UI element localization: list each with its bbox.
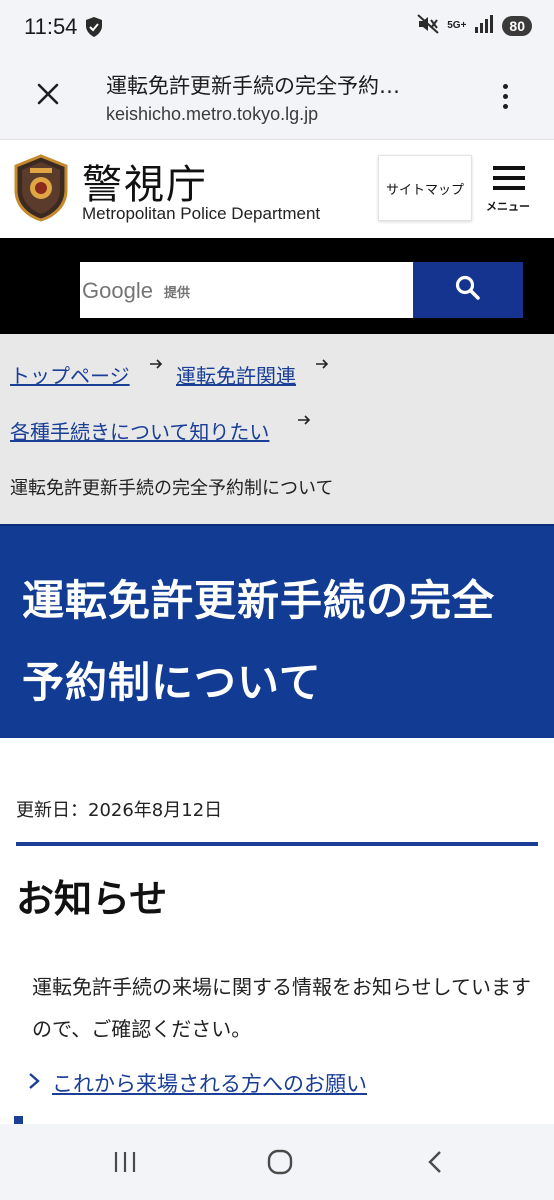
breadcrumb-arrow-icon	[148, 356, 164, 376]
close-icon	[36, 82, 60, 110]
battery-indicator: 80	[502, 16, 532, 36]
more-vert-dot	[502, 93, 508, 99]
signal-icon	[474, 15, 494, 37]
site-header: 警視庁 Metropolitan Police Department サイトマッ…	[0, 140, 554, 238]
search-icon	[454, 274, 482, 306]
mute-vibrate-icon	[417, 14, 439, 38]
status-icons: 5G+ 80	[417, 14, 532, 38]
breadcrumb: トップページ 運転免許関連 各種手続きについて知りたい 運転免許更新手続の完全予…	[0, 334, 554, 524]
menu-button[interactable]: メニュー	[482, 162, 538, 222]
system-nav-bar	[0, 1124, 554, 1200]
close-tab-button[interactable]	[30, 78, 66, 114]
breadcrumb-current: 運転免許更新手続の完全予約制について	[10, 478, 334, 499]
google-provided-label: 提供	[164, 286, 191, 301]
more-options-button[interactable]	[490, 78, 520, 114]
browser-url[interactable]: keishicho.metro.tokyo.lg.jp	[106, 104, 318, 125]
updated-date: 更新日：2026年8月12日	[16, 800, 223, 821]
shield-check-icon	[84, 16, 104, 42]
site-name[interactable]: 警視庁	[82, 152, 208, 210]
sitemap-button[interactable]: サイトマップ	[378, 155, 472, 221]
more-vert-dot	[502, 83, 508, 89]
notice-heading: お知らせ	[16, 877, 168, 921]
hamburger-icon	[493, 166, 525, 196]
recent-apps-button[interactable]	[95, 1144, 155, 1184]
breadcrumb-arrow-icon	[314, 356, 330, 376]
home-icon	[266, 1148, 294, 1180]
menu-label: メニュー	[486, 200, 530, 213]
chevron-right-icon	[28, 1071, 40, 1095]
more-vert-dot	[502, 103, 508, 109]
search-button[interactable]	[413, 262, 523, 318]
breadcrumb-link-license[interactable]: 運転免許関連	[176, 360, 296, 389]
page-title: 運転免許更新手続の完全予約制について	[22, 576, 496, 707]
status-bar: 11:54 5G+ 80	[0, 0, 554, 56]
browser-bar: 運転免許更新手続の完全予約… keishicho.metro.tokyo.lg.…	[0, 56, 554, 140]
breadcrumb-link-procedures[interactable]: 各種手続きについて知りたい	[10, 416, 269, 445]
notice-link-item[interactable]: これから来場される方へのお願い	[28, 1068, 367, 1098]
notice-body: 運転免許手続の来場に関する情報をお知らせしていますので、ご確認ください。	[32, 975, 531, 1041]
section-divider	[16, 842, 538, 846]
site-subtitle: Metropolitan Police Department	[82, 204, 321, 223]
page-title-banner: 運転免許更新手続の完全予約制について	[0, 524, 554, 738]
breadcrumb-arrow-icon	[296, 412, 312, 432]
home-button[interactable]	[250, 1144, 310, 1184]
police-emblem-logo[interactable]	[12, 154, 70, 222]
back-icon	[426, 1149, 444, 1179]
status-time: 11:54	[24, 14, 78, 39]
browser-page-title: 運転免許更新手続の完全予約…	[106, 74, 400, 98]
network-type: 5G+	[447, 20, 467, 31]
breadcrumb-link-top[interactable]: トップページ	[10, 360, 130, 389]
notice-link[interactable]: これから来場される方へのお願い	[52, 1068, 367, 1098]
back-button[interactable]	[405, 1144, 465, 1184]
search-band: Google 提供	[0, 238, 554, 334]
recent-apps-icon	[112, 1150, 138, 1178]
google-watermark: Google	[82, 278, 153, 303]
